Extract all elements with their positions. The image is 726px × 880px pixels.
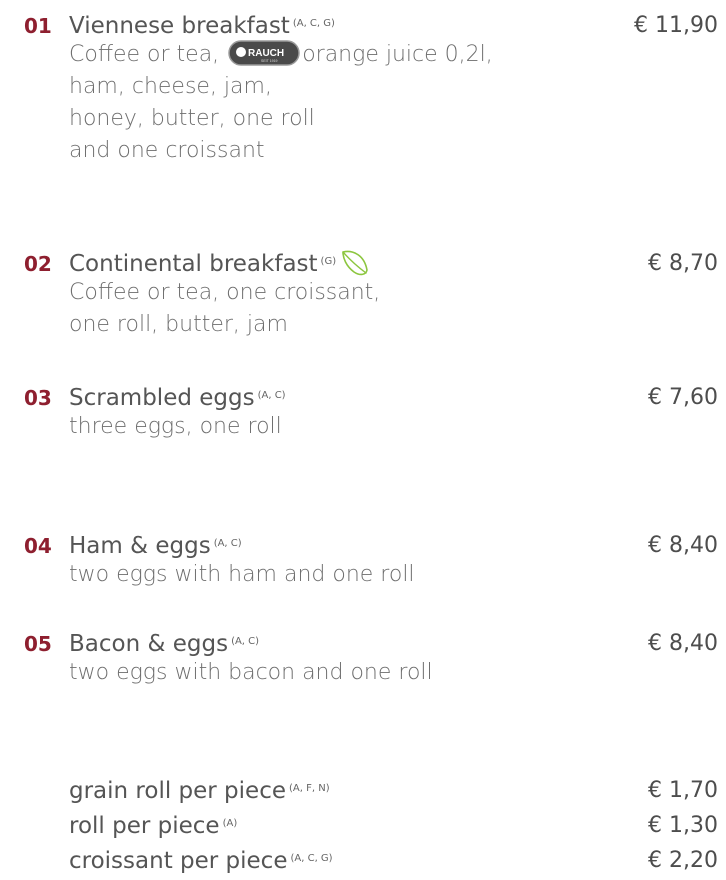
- desc-line: honey, butter, one roll: [69, 106, 315, 131]
- item-name: Viennese breakfast: [69, 13, 290, 39]
- leaf-icon: [342, 250, 368, 275]
- item-title: Continental breakfast (G): [69, 248, 370, 280]
- item-price: € 8,70: [648, 251, 718, 276]
- item-allergens: (A, C): [257, 390, 286, 401]
- item-price: € 11,90: [634, 13, 718, 38]
- extra-title: grain roll per piece (A, F, N): [69, 775, 330, 807]
- item-description: three eggs, one roll: [69, 411, 282, 443]
- item-number: 02: [24, 252, 52, 276]
- item-allergens: (A, C): [213, 538, 242, 549]
- desc-before-logo: Coffee or tea,: [69, 42, 220, 67]
- item-title: Scrambled eggs (A, C): [69, 382, 286, 414]
- item-description: two eggs with ham and one roll: [69, 559, 415, 591]
- extra-name: grain roll per piece: [69, 778, 286, 804]
- item-name: Scrambled eggs: [69, 385, 255, 411]
- desc-line: one roll, butter, jam: [69, 312, 288, 337]
- item-description: Coffee or tea, RAUCH SEIT 1919 orange ju…: [69, 39, 493, 167]
- apple-icon: [236, 47, 247, 57]
- desc-line: and one croissant: [69, 138, 265, 163]
- desc-line: three eggs, one roll: [69, 414, 282, 439]
- item-allergens: (G): [320, 256, 337, 267]
- brand-tagline: SEIT 1919: [261, 59, 278, 63]
- item-number: 03: [24, 386, 52, 410]
- extra-allergens: (A): [222, 818, 238, 829]
- item-description: Coffee or tea, one croissant, one roll, …: [69, 277, 380, 341]
- item-description: two eggs with bacon and one roll: [69, 657, 433, 689]
- item-allergens: (A, C): [231, 636, 260, 647]
- extra-title: croissant per piece (A, C, G): [69, 845, 333, 877]
- extra-allergens: (A, F, N): [289, 783, 330, 794]
- rauch-logo: RAUCH SEIT 1919: [228, 40, 300, 66]
- extra-name: croissant per piece: [69, 848, 288, 874]
- item-name: Ham & eggs: [69, 533, 211, 559]
- desc-after-logo: orange juice 0,2l,: [302, 42, 493, 67]
- item-title: Viennese breakfast (A, C, G): [69, 10, 335, 42]
- item-title: Bacon & eggs (A, C): [69, 628, 259, 660]
- extra-title: roll per piece (A): [69, 810, 237, 842]
- item-number: 05: [24, 632, 52, 656]
- item-price: € 8,40: [648, 533, 718, 558]
- item-number: 04: [24, 534, 52, 558]
- item-allergens: (A, C, G): [292, 18, 335, 29]
- item-price: € 7,60: [648, 385, 718, 410]
- item-name: Bacon & eggs: [69, 631, 229, 657]
- item-number: 01: [24, 14, 52, 38]
- extra-allergens: (A, C, G): [290, 853, 333, 864]
- desc-line: ham, cheese, jam,: [69, 74, 272, 99]
- item-name: Continental breakfast: [69, 251, 318, 277]
- extra-price: € 1,30: [648, 813, 718, 838]
- item-title: Ham & eggs (A, C): [69, 530, 242, 562]
- desc-line: Coffee or tea, RAUCH SEIT 1919 orange ju…: [69, 39, 493, 71]
- extra-name: roll per piece: [69, 813, 220, 839]
- item-price: € 8,40: [648, 631, 718, 656]
- desc-line: two eggs with ham and one roll: [69, 562, 415, 587]
- desc-line: Coffee or tea, one croissant,: [69, 280, 381, 305]
- extra-price: € 1,70: [648, 778, 718, 803]
- brand-name: RAUCH: [248, 48, 284, 59]
- desc-line: two eggs with bacon and one roll: [69, 660, 433, 685]
- extra-price: € 2,20: [648, 848, 718, 873]
